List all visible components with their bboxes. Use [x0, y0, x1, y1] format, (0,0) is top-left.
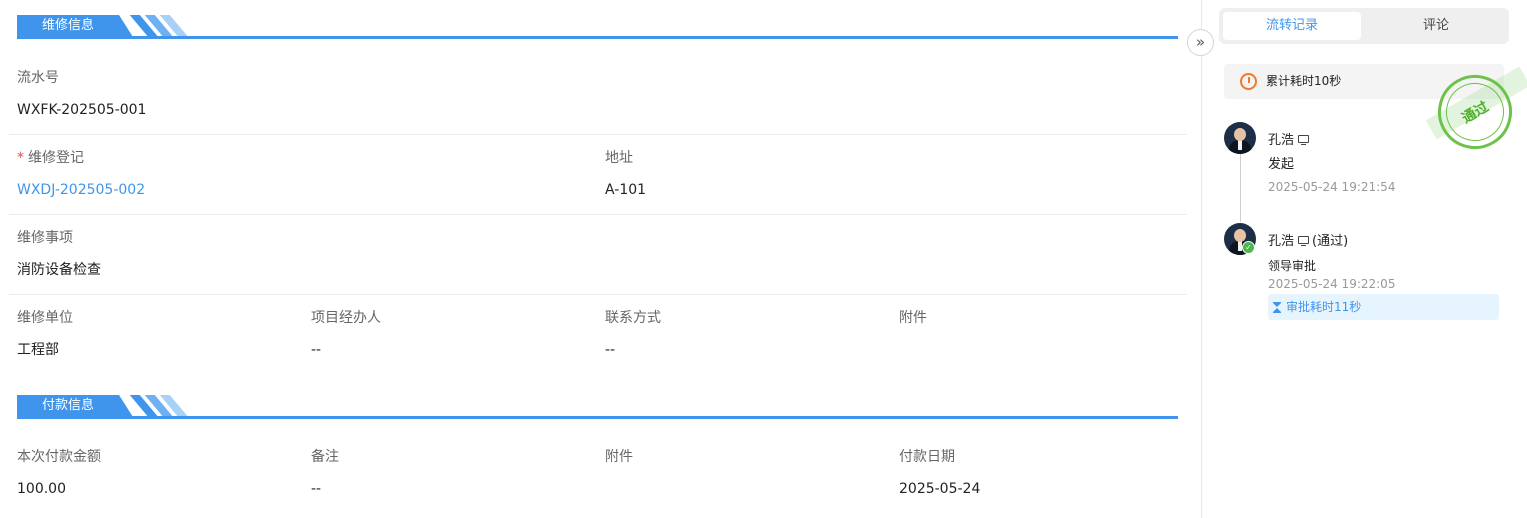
- avatar: [1224, 122, 1256, 154]
- manager-value: --: [311, 342, 322, 358]
- timeline-user-status: (通过): [1312, 234, 1349, 249]
- avatar-face: [1234, 229, 1246, 242]
- payment-section-header: 付款信息: [17, 395, 1178, 419]
- payment-attachment-label: 附件: [605, 449, 633, 465]
- stopwatch-icon: [1240, 73, 1257, 90]
- registration-field: * 维修登记 WXDJ-202505-002: [17, 148, 145, 200]
- timeline-user-1: 孔浩: [1268, 129, 1312, 148]
- detail-panel: 维修信息 流水号 WXFK-202505-001 * 维修登记 WXDJ-2025…: [0, 0, 1200, 518]
- unit-value: 工程部: [17, 342, 59, 358]
- tab-comments[interactable]: 评论: [1367, 12, 1505, 40]
- serial-value: WXFK-202505-001: [17, 102, 147, 118]
- section-underline: [17, 416, 1178, 419]
- avatar-shirt: [1238, 140, 1242, 150]
- address-value: A-101: [605, 182, 647, 198]
- payment-date-label: 付款日期: [899, 449, 955, 465]
- timeline-time-2: 2025-05-24 19:22:05: [1268, 277, 1396, 291]
- remark-value: --: [311, 481, 322, 497]
- serial-field: 流水号 WXFK-202505-001: [17, 68, 146, 120]
- payment-attachment-value: [605, 479, 633, 499]
- remark-label: 备注: [311, 449, 339, 465]
- repair-section-header: 维修信息: [17, 15, 1178, 39]
- timeline-connector: [1240, 154, 1241, 222]
- registration-label: 维修登记: [28, 150, 84, 166]
- row-divider: [9, 214, 1187, 215]
- timeline-time-1: 2025-05-24 19:21:54: [1268, 180, 1396, 194]
- row-divider: [9, 134, 1187, 135]
- remark-field: 备注 --: [311, 447, 339, 499]
- approval-duration-badge: 审批耗时11秒: [1268, 294, 1499, 320]
- collapse-sidebar-button[interactable]: »: [1187, 29, 1214, 56]
- flow-sidebar: 流转记录 评论 累计耗时10秒 通过 孔浩 发起 2025-05-24 19:2…: [1201, 0, 1527, 518]
- payment-date-field: 付款日期 2025-05-24: [899, 447, 980, 499]
- timeline-user-name: 孔浩: [1268, 234, 1295, 249]
- amount-field: 本次付款金额 100.00: [17, 447, 101, 499]
- address-label: 地址: [605, 150, 633, 166]
- timeline-action-1: 发起: [1268, 157, 1295, 172]
- timeline-action-2: 领导审批: [1268, 259, 1317, 273]
- manager-field: 项目经办人 --: [311, 308, 381, 360]
- check-icon: ✓: [1242, 241, 1255, 254]
- avatar-face: [1234, 128, 1246, 141]
- contact-value: --: [605, 342, 616, 358]
- repair-attachment-value: [899, 340, 927, 360]
- total-time-text: 累计耗时10秒: [1266, 74, 1342, 88]
- approval-duration-text: 审批耗时11秒: [1286, 300, 1362, 314]
- timeline-user-2: 孔浩 (通过): [1268, 230, 1348, 249]
- item-value: 消防设备检查: [17, 262, 101, 278]
- double-chevron-right-icon: »: [1195, 33, 1206, 51]
- manager-label: 项目经办人: [311, 310, 381, 326]
- hourglass-icon: [1273, 302, 1281, 313]
- address-field: 地址 A-101: [605, 148, 646, 200]
- sidebar-tabs: 流转记录 评论: [1219, 8, 1509, 44]
- registration-link[interactable]: WXDJ-202505-002: [17, 180, 145, 200]
- payment-section-title: 付款信息: [17, 395, 133, 417]
- timeline-user-name: 孔浩: [1268, 133, 1295, 148]
- row-divider: [9, 294, 1187, 295]
- required-mark: *: [17, 150, 24, 166]
- unit-field: 维修单位 工程部: [17, 308, 73, 360]
- contact-field: 联系方式 --: [605, 308, 661, 360]
- repair-attachment-field: 附件: [899, 308, 927, 360]
- contact-label: 联系方式: [605, 310, 661, 326]
- unit-label: 维修单位: [17, 310, 73, 326]
- repair-section-title: 维修信息: [17, 15, 133, 37]
- amount-value: 100.00: [17, 481, 66, 497]
- section-underline: [17, 36, 1178, 39]
- item-field: 维修事项 消防设备检查: [17, 228, 101, 280]
- desktop-icon: [1298, 236, 1310, 246]
- registration-label-wrap: * 维修登记: [17, 148, 145, 168]
- payment-attachment-field: 附件: [605, 447, 633, 499]
- item-label: 维修事项: [17, 230, 73, 246]
- amount-label: 本次付款金额: [17, 449, 101, 465]
- serial-label: 流水号: [17, 70, 59, 86]
- repair-attachment-label: 附件: [899, 310, 927, 326]
- tab-flow-records[interactable]: 流转记录: [1223, 12, 1361, 40]
- payment-date-value: 2025-05-24: [899, 481, 981, 497]
- desktop-icon: [1298, 135, 1310, 145]
